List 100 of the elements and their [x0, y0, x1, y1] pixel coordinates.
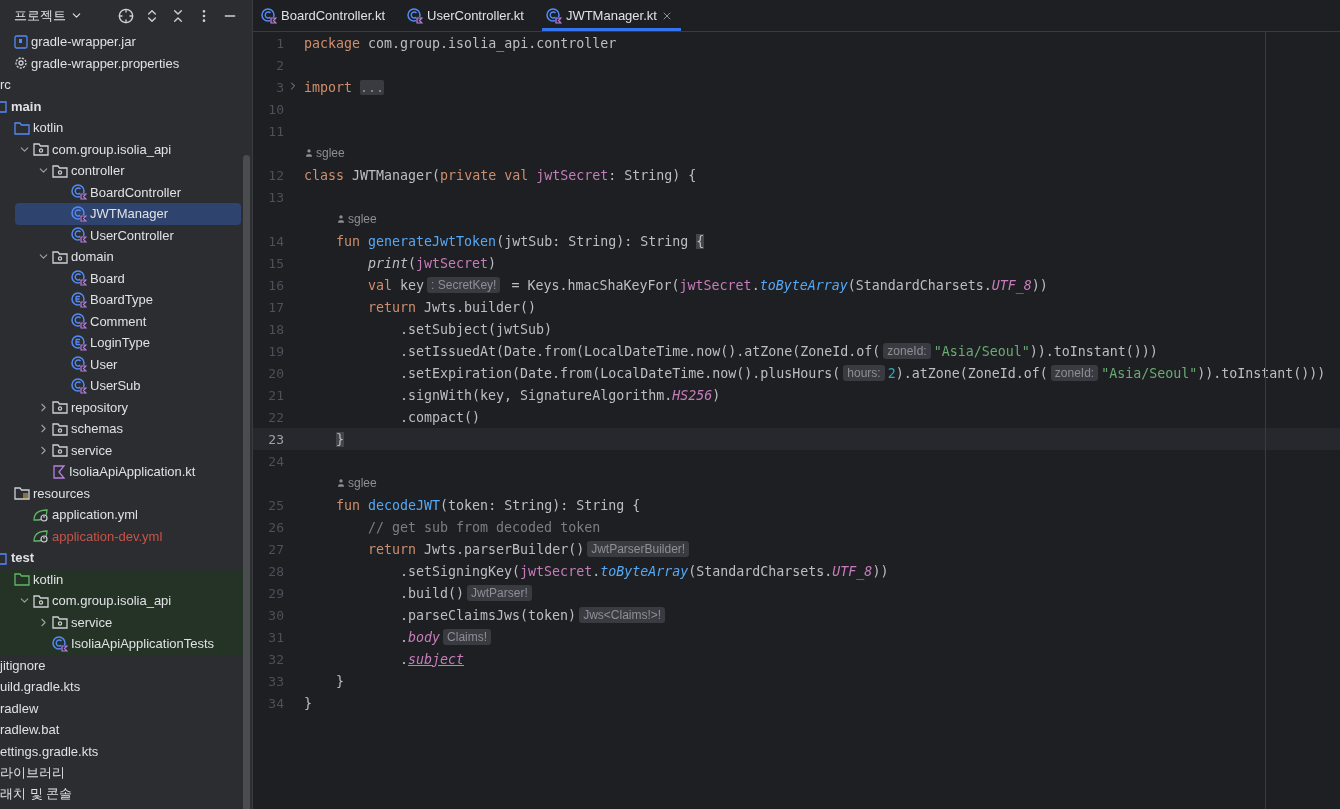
- code-text: (jwtSub: String): String: [496, 233, 690, 249]
- function-call: print: [368, 255, 409, 271]
- tree-item[interactable]: 라이브러리: [0, 763, 65, 782]
- class-icon: [71, 377, 87, 394]
- code-text: JWTManager(: [351, 167, 441, 183]
- folder-icon: [14, 572, 30, 587]
- package-folder-icon: [52, 249, 68, 264]
- constant-name: HS256: [672, 387, 713, 403]
- panel-title[interactable]: 프로젝트: [14, 6, 83, 25]
- tree-item[interactable]: radlew.bat: [0, 722, 60, 738]
- keyword: private val: [440, 167, 529, 183]
- package-folder-icon: [33, 142, 49, 157]
- tree-item[interactable]: UserController: [90, 227, 174, 243]
- function-name: generateJwtToken: [367, 233, 497, 249]
- code-text: .signWith(key, SignatureAlgorithm.: [400, 387, 673, 403]
- package-folder-icon: [52, 443, 68, 458]
- author-annotation[interactable]: sglee: [304, 146, 345, 160]
- property-name: jwtSecret: [679, 277, 752, 293]
- crosshair-icon[interactable]: [118, 7, 134, 24]
- tree-item[interactable]: main: [11, 98, 42, 114]
- tree-item[interactable]: 래치 및 콘솔: [0, 785, 73, 804]
- tree-item[interactable]: Comment: [90, 313, 147, 329]
- tree-item[interactable]: radlew: [0, 700, 39, 716]
- code-text: .build(): [400, 585, 465, 601]
- tree-item[interactable]: User: [90, 356, 118, 372]
- code-text: .setIssuedAt(Date.from(LocalDateTime.now().atZone(ZoneId.of(: [400, 343, 881, 359]
- folder-icon: [0, 99, 7, 114]
- tree-item[interactable]: LoginType: [90, 335, 150, 351]
- tree-item[interactable]: gradle-wrapper.jar: [31, 34, 136, 50]
- editor-tab[interactable]: BoardController.kt: [257, 0, 404, 31]
- keyword: fun: [336, 233, 361, 249]
- tree-item[interactable]: uild.gradle.kts: [0, 679, 81, 695]
- tree-item[interactable]: BoardType: [90, 292, 153, 308]
- archive-file-icon: [14, 34, 28, 49]
- constant-name: UTF_8: [832, 563, 873, 579]
- code-text: .parseClaimsJws(token): [400, 607, 577, 623]
- code-text: .compact(): [400, 409, 481, 425]
- property-name: subject: [408, 651, 465, 667]
- editor-tab[interactable]: UserController.kt: [403, 0, 542, 31]
- code-text: ): [488, 255, 497, 271]
- tree-item[interactable]: UserSub: [90, 378, 141, 394]
- constant-name: body: [408, 629, 441, 645]
- code-text: = Keys.hmacShaKeyFor(: [510, 277, 680, 293]
- enum-class-icon: [71, 291, 87, 308]
- tree-item[interactable]: domain: [71, 249, 114, 265]
- scrollbar[interactable]: [243, 155, 250, 809]
- tree-item[interactable]: kotlin: [33, 571, 64, 587]
- code-text: }: [336, 673, 344, 689]
- package-folder-icon: [52, 163, 68, 178]
- package-folder-icon: [33, 593, 49, 608]
- tree-item[interactable]: test: [11, 550, 35, 566]
- code-text: .setExpiration(Date.from(LocalDateTime.now().plusHours(: [400, 365, 841, 381]
- tree-item[interactable]: BoardController: [90, 184, 182, 200]
- author-annotation[interactable]: sglee: [336, 476, 377, 490]
- property-name: jwtSecret: [416, 255, 489, 271]
- keyword: val: [368, 277, 393, 293]
- keyword: class: [304, 167, 345, 183]
- code-text: }: [304, 695, 312, 711]
- code-text: )): [1031, 277, 1048, 293]
- tree-item[interactable]: service: [71, 614, 113, 630]
- author-annotation[interactable]: sglee: [336, 212, 377, 226]
- code-text: .: [400, 629, 408, 645]
- inlay-hint: Claims!: [443, 629, 492, 645]
- constant-name: UTF_8: [991, 277, 1032, 293]
- tree-item[interactable]: rc: [0, 77, 11, 93]
- code-text: ): [712, 387, 721, 403]
- tree-item[interactable]: com.group.isolia_api: [52, 141, 172, 157]
- code-text: Jwts.parserBuilder(): [423, 541, 585, 557]
- code-text: (StandardCharsets.: [688, 563, 833, 579]
- tree-item[interactable]: service: [71, 442, 113, 458]
- enum-class-icon: [71, 334, 87, 351]
- leaf-icon: [33, 507, 49, 522]
- class-icon: [407, 7, 424, 24]
- tree-item[interactable]: schemas: [71, 421, 124, 437]
- tree-item[interactable]: application.yml: [52, 507, 138, 523]
- tree-item[interactable]: resources: [33, 485, 91, 501]
- string-literal: "Asia/Seoul": [933, 343, 1030, 359]
- code-text: )).toInstant())): [1197, 365, 1326, 381]
- tree-item[interactable]: gradle-wrapper.properties: [31, 55, 180, 71]
- inlay-hint: JwtParserBuilder!: [587, 541, 690, 557]
- keyword: return: [368, 541, 417, 557]
- tree-item[interactable]: jitignore: [0, 657, 46, 673]
- tree-item[interactable]: controller: [71, 163, 125, 179]
- property-name: jwtSecret: [520, 563, 593, 579]
- code-text: )): [872, 563, 889, 579]
- class-icon: [71, 270, 87, 287]
- tree-item[interactable]: IsoliaApiApplication.kt: [69, 464, 196, 480]
- inlay-hint: hours:: [843, 365, 885, 381]
- editor-tab[interactable]: JWTManager.kt: [541, 0, 681, 31]
- folded-code[interactable]: ...: [360, 79, 385, 95]
- tree-item[interactable]: Board: [90, 270, 125, 286]
- kotlin-file-icon: [52, 464, 66, 479]
- code-text: .setSigningKey(: [400, 563, 521, 579]
- package-folder-icon: [52, 615, 68, 630]
- tree-item[interactable]: repository: [71, 399, 129, 415]
- tree-item[interactable]: kotlin: [33, 120, 64, 136]
- function-call: toByteArray: [759, 277, 848, 293]
- tree-item[interactable]: ettings.gradle.kts: [0, 743, 99, 759]
- code-text: )).toInstant())): [1029, 343, 1158, 359]
- class-icon: [71, 227, 87, 244]
